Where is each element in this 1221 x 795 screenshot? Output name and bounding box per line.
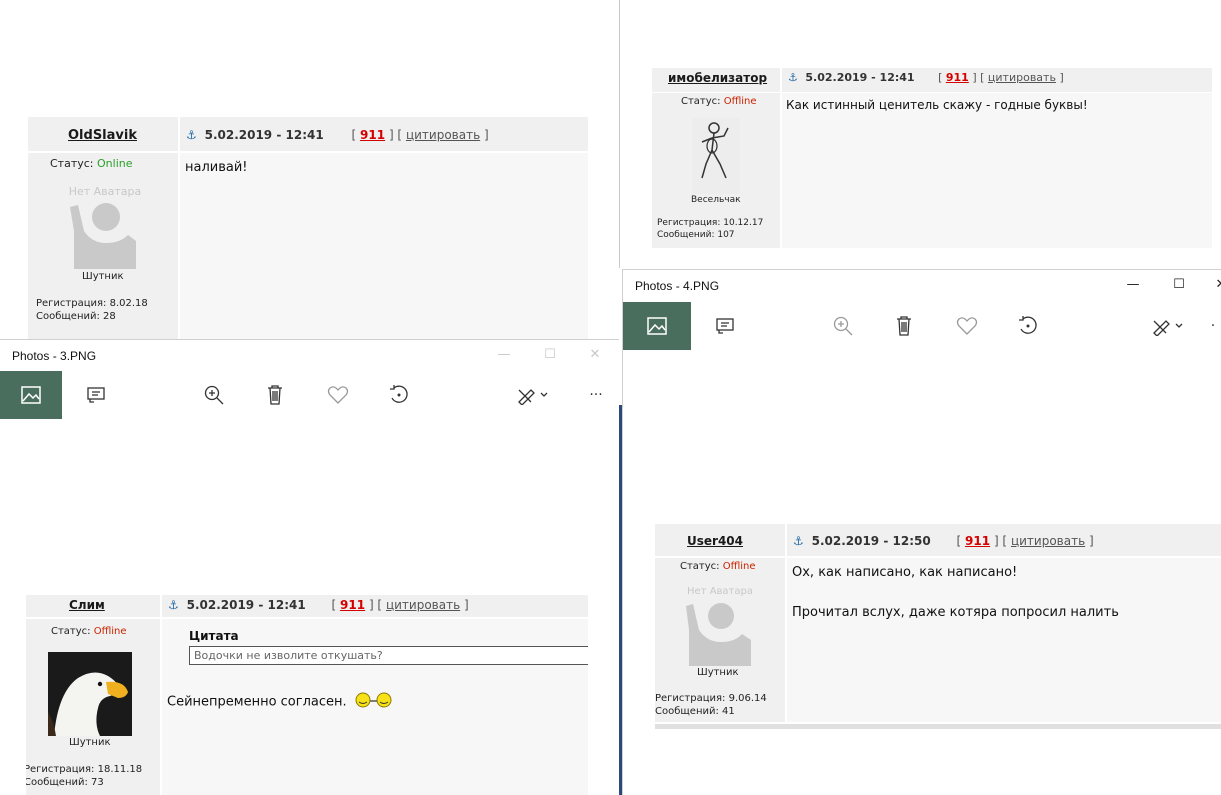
smiley-icon [355,692,393,712]
anchor-icon[interactable]: ⚓ [168,598,179,612]
more-icon[interactable]: ··· [576,375,616,415]
more-icon[interactable]: · [1203,306,1221,346]
post-imobelizator: имобелизатор ⚓ 5.02.2019 - 12:41 [ 911 ]… [652,68,1212,248]
no-avatar-text: Нет Аватара [69,185,142,198]
author-link[interactable]: Слим [69,598,105,612]
quote-link[interactable]: цитировать [386,598,460,612]
author-link[interactable]: User404 [687,534,743,548]
user-registration: Регистрация: 8.02.18 Сообщений: 28 [36,298,148,322]
minimize-icon[interactable]: — [1123,276,1143,294]
zoom-in-icon[interactable] [194,375,234,415]
favorite-icon[interactable] [947,306,987,346]
maximize-icon[interactable]: ☐ [1169,276,1189,294]
post-date: 5.02.2019 - 12:41 [186,598,306,612]
rotate-icon[interactable] [1008,306,1048,346]
post-meta: ⚓ 5.02.2019 - 12:41 [ 911 ] [ цитировать… [186,128,489,142]
post-text: Сейнепременно согласен. [167,692,393,712]
quote-link[interactable]: цитировать [406,128,480,142]
anchor-icon[interactable]: ⚓ [788,71,798,84]
dancing-stickman-avatar [692,118,740,194]
quote-block: Цитата Водочки не изволите откушать? [189,629,588,665]
post-date: 5.02.2019 - 12:50 [811,534,931,548]
post-text: наливай! [185,160,248,175]
author-link[interactable]: имобелизатор [668,71,767,85]
close-icon[interactable]: ✕ [585,346,605,364]
no-avatar-image: Нет Аватара [62,181,148,271]
user-status: Статус: Offline [51,626,127,637]
no-avatar-text: Нет Аватара [687,586,753,597]
post-meta: ⚓ 5.02.2019 - 12:50 [ 911 ] [ цитировать… [793,534,1094,548]
window-separator [619,0,620,268]
user-rank: Шутник [69,737,111,748]
user-registration: Регистрация: 18.11.18 Сообщений: 73 [26,764,143,788]
quote-title: Цитата [189,629,239,643]
author-link[interactable]: OldSlavik [68,128,137,143]
anchor-icon[interactable]: ⚓ [186,128,197,142]
post-meta: ⚓ 5.02.2019 - 12:41 [ 911 ] [ цитировать… [788,71,1064,84]
post-body-panel [787,558,1221,722]
post-body-panel [180,153,588,339]
quote-text: Водочки не изволите откушать? [189,646,588,665]
post-footer-bar [655,724,1221,729]
post-text-line-2: Прочитал вслух, даже котяра попросил нал… [792,605,1119,620]
post-date: 5.02.2019 - 12:41 [204,128,324,142]
photos-toolbar: ··· [0,371,619,419]
edit-icon[interactable] [508,375,558,415]
post-oldslavik: OldSlavik ⚓ 5.02.2019 - 12:41 [ 911 ] [ … [28,117,588,339]
post-meta: ⚓ 5.02.2019 - 12:41 [ 911 ] [ цитировать… [168,598,469,612]
edit-icon[interactable] [1143,306,1193,346]
title-bar: Photos - 4.PNG — ☐ ✕ [623,270,1221,302]
user-status: Статус: Offline [680,561,756,572]
window-title: Photos - 4.PNG [635,279,720,293]
photos-window-3: Photos - 3.PNG — ☐ ✕ ··· Слим ⚓ 5.02.201… [0,339,619,795]
eagle-avatar [48,652,132,736]
post-number-link[interactable]: 911 [360,128,385,142]
favorite-icon[interactable] [318,375,358,415]
minimize-icon[interactable]: — [494,346,514,364]
title-bar: Photos - 3.PNG — ☐ ✕ [0,339,619,371]
quote-link[interactable]: цитировать [988,71,1056,84]
zoom-in-icon[interactable] [823,306,863,346]
user-rank: Шутник [697,667,739,678]
post-text-line-1: Ох, как написано, как написано! [792,565,1018,580]
user-registration: Регистрация: 9.06.14 Сообщений: 41 [655,693,767,717]
anchor-icon[interactable]: ⚓ [793,534,804,548]
close-icon[interactable]: ✕ [1211,276,1221,294]
slideshow-icon[interactable] [76,375,116,415]
image-icon[interactable] [0,371,62,419]
user-rank: Весельчак [691,195,741,205]
delete-icon[interactable] [884,306,924,346]
photos-toolbar: · [623,302,1221,350]
post-date: 5.02.2019 - 12:41 [805,71,915,84]
post-user404: User404 ⚓ 5.02.2019 - 12:50 [ 911 ] [ ци… [655,524,1221,730]
user-status: Статус: Online [50,157,133,170]
rotate-icon[interactable] [379,375,419,415]
delete-icon[interactable] [255,375,295,415]
post-text: Как истинный ценитель скажу - годные бук… [786,98,1088,112]
post-number-link[interactable]: 911 [965,534,990,548]
user-status: Статус: Offline [681,96,757,107]
post-number-link[interactable]: 911 [340,598,365,612]
quote-link[interactable]: цитировать [1011,534,1085,548]
photos-window-4: Photos - 4.PNG — ☐ ✕ · [622,269,1221,795]
post-slim: Слим ⚓ 5.02.2019 - 12:41 [ 911 ] [ цитир… [26,595,588,795]
post-number-link[interactable]: 911 [946,71,969,84]
window-title: Photos - 3.PNG [12,349,97,363]
user-registration: Регистрация: 10.12.17 Сообщений: 107 [657,218,764,240]
slideshow-icon[interactable] [705,306,745,346]
image-icon[interactable] [623,302,691,350]
post-body-panel [782,93,1212,248]
maximize-icon[interactable]: ☐ [540,346,560,364]
no-avatar-image: Нет Аватара [679,582,761,668]
user-rank: Шутник [82,271,124,282]
